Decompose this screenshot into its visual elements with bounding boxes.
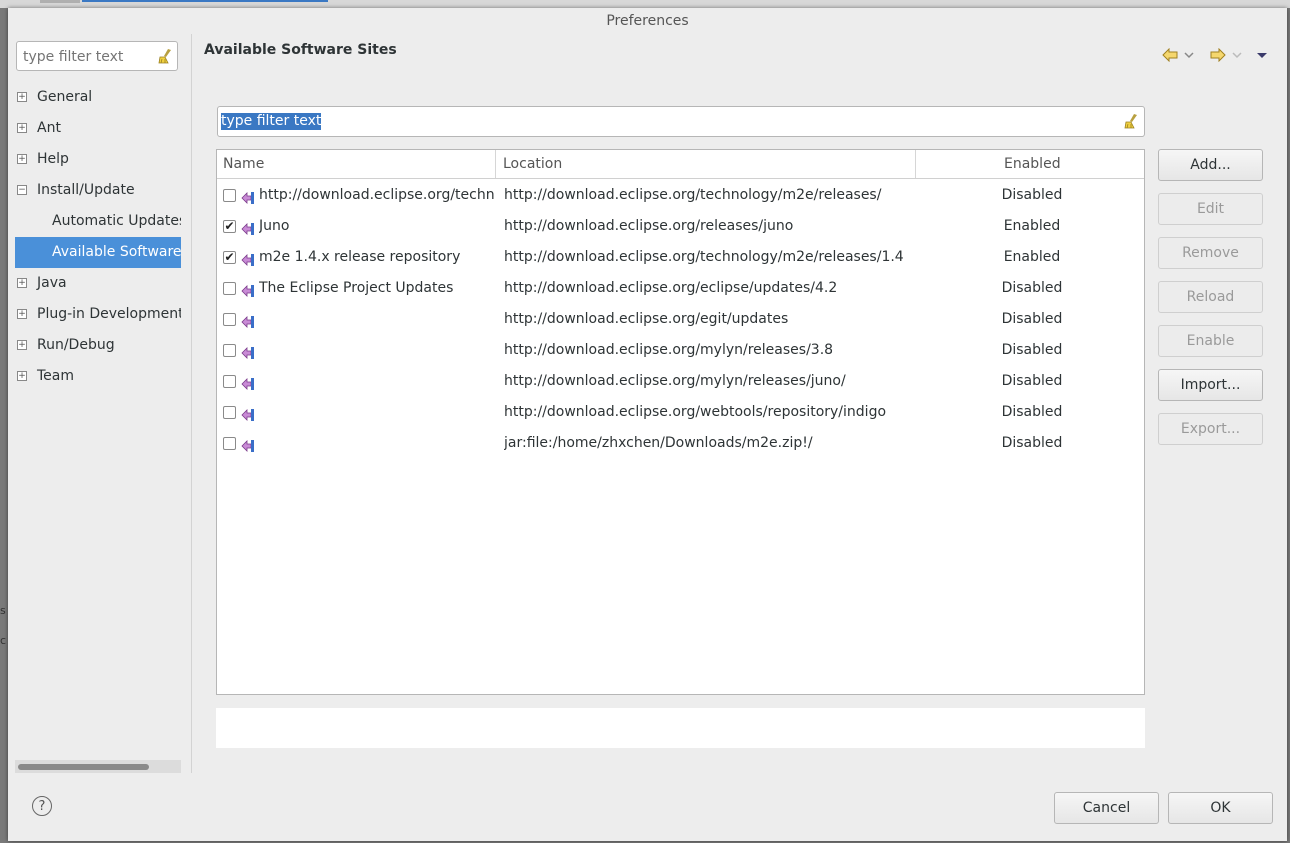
- expand-icon[interactable]: +: [17, 278, 27, 288]
- enable-button[interactable]: Enable: [1158, 325, 1263, 357]
- dialog-title: Preferences: [606, 13, 689, 29]
- tree-horizontal-scrollbar[interactable]: [15, 760, 181, 773]
- tree-filter-field[interactable]: [16, 41, 178, 71]
- expand-icon[interactable]: +: [17, 123, 27, 133]
- site-icon: [240, 404, 256, 421]
- reload-button[interactable]: Reload: [1158, 281, 1263, 313]
- table-row[interactable]: http://download.eclipse.org/mylyn/releas…: [217, 366, 1144, 397]
- back-arrow-icon[interactable]: [1162, 47, 1178, 66]
- page-title: Available Software Sites: [204, 42, 397, 58]
- site-icon: [240, 187, 256, 204]
- site-icon: [240, 311, 256, 328]
- expand-icon[interactable]: +: [17, 371, 27, 381]
- row-checkbox[interactable]: [223, 344, 236, 357]
- remove-button[interactable]: Remove: [1158, 237, 1263, 269]
- page-navigation: [1156, 47, 1270, 68]
- row-checkbox[interactable]: [223, 375, 236, 388]
- table-row[interactable]: ✔ m2e 1.4.x release repository http://do…: [217, 242, 1144, 273]
- tree-item-ant[interactable]: + Ant: [15, 113, 181, 144]
- tree-item-plugin-development[interactable]: + Plug-in Development: [15, 299, 181, 330]
- expand-icon[interactable]: +: [17, 340, 27, 350]
- column-header-enabled[interactable]: Enabled: [917, 150, 1144, 178]
- ok-button[interactable]: OK: [1168, 792, 1273, 824]
- preference-tree: + General + Ant + Help − Install/Update Auto…: [15, 82, 181, 392]
- site-icon: [240, 373, 256, 390]
- preference-tree-panel: +General +Ant +Help −Install/Update Auto…: [8, 34, 192, 773]
- forward-dropdown-icon[interactable]: [1232, 48, 1242, 66]
- scrollbar-thumb[interactable]: [18, 764, 149, 770]
- table-row[interactable]: The Eclipse Project Updates http://downl…: [217, 273, 1144, 304]
- tree-item-automatic-updates[interactable]: Automatic Updates: [15, 206, 181, 237]
- sites-table: Name Location Enabled http://download.ec…: [216, 149, 1145, 695]
- tree-item-help[interactable]: + Help: [15, 144, 181, 175]
- tree-item-run-debug[interactable]: + Run/Debug: [15, 330, 181, 361]
- tree-filter-input[interactable]: [21, 43, 157, 71]
- tree-item-install-update[interactable]: − Install/Update: [15, 175, 181, 206]
- expand-icon[interactable]: +: [17, 154, 27, 164]
- table-row[interactable]: http://download.eclipse.org/egit/updates…: [217, 304, 1144, 335]
- site-details-area: [216, 708, 1145, 748]
- cancel-button[interactable]: Cancel: [1054, 792, 1159, 824]
- site-icon: [240, 342, 256, 359]
- expand-icon[interactable]: +: [17, 309, 27, 319]
- table-row[interactable]: http://download.eclipse.org/webtools/rep…: [217, 397, 1144, 428]
- background-window-strip: [0, 0, 1290, 8]
- forward-arrow-icon[interactable]: [1210, 47, 1226, 66]
- collapse-icon[interactable]: −: [17, 185, 27, 195]
- background-fragment: s: [0, 604, 6, 617]
- tree-item-team[interactable]: + Team: [15, 361, 181, 392]
- background-fragment: c: [0, 634, 7, 647]
- table-header: Name Location Enabled: [217, 150, 1144, 179]
- row-checkbox[interactable]: [223, 313, 236, 326]
- site-icon: [240, 218, 256, 235]
- site-icon: [240, 280, 256, 297]
- sites-filter-input[interactable]: type filter text: [221, 113, 322, 130]
- row-checkbox[interactable]: ✔: [223, 220, 236, 233]
- row-checkbox[interactable]: [223, 406, 236, 419]
- table-row[interactable]: http://download.eclipse.org/technology/m…: [217, 180, 1144, 211]
- site-icon: [240, 249, 256, 266]
- site-icon: [240, 435, 256, 452]
- tree-item-java[interactable]: + Java: [15, 268, 181, 299]
- column-header-location[interactable]: Location: [497, 150, 916, 178]
- tree-item-available-software-sites[interactable]: Available Software Sites: [15, 237, 181, 268]
- expand-icon[interactable]: +: [17, 92, 27, 102]
- preferences-dialog: Preferences +General +Ant +Help −Install…: [8, 8, 1287, 841]
- view-menu-icon[interactable]: [1256, 48, 1268, 66]
- table-row[interactable]: jar:file:/home/zhxchen/Downloads/m2e.zip…: [217, 428, 1144, 459]
- row-checkbox[interactable]: [223, 189, 236, 202]
- tree-item-general[interactable]: + General: [15, 82, 181, 113]
- clear-filter-icon[interactable]: [157, 48, 173, 68]
- add-button[interactable]: Add...: [1158, 149, 1263, 181]
- sites-filter-field[interactable]: type filter text: [217, 106, 1145, 137]
- column-header-name[interactable]: Name: [217, 150, 496, 178]
- import-button[interactable]: Import...: [1158, 369, 1263, 401]
- help-icon[interactable]: ?: [32, 796, 52, 816]
- row-checkbox[interactable]: [223, 282, 236, 295]
- export-button[interactable]: Export...: [1158, 413, 1263, 445]
- table-row[interactable]: http://download.eclipse.org/mylyn/releas…: [217, 335, 1144, 366]
- row-checkbox[interactable]: ✔: [223, 251, 236, 264]
- row-checkbox[interactable]: [223, 437, 236, 450]
- edit-button[interactable]: Edit: [1158, 193, 1263, 225]
- back-dropdown-icon[interactable]: [1184, 48, 1194, 66]
- table-row[interactable]: ✔ Juno http://download.eclipse.org/relea…: [217, 211, 1144, 242]
- clear-filter-icon[interactable]: [1123, 113, 1139, 133]
